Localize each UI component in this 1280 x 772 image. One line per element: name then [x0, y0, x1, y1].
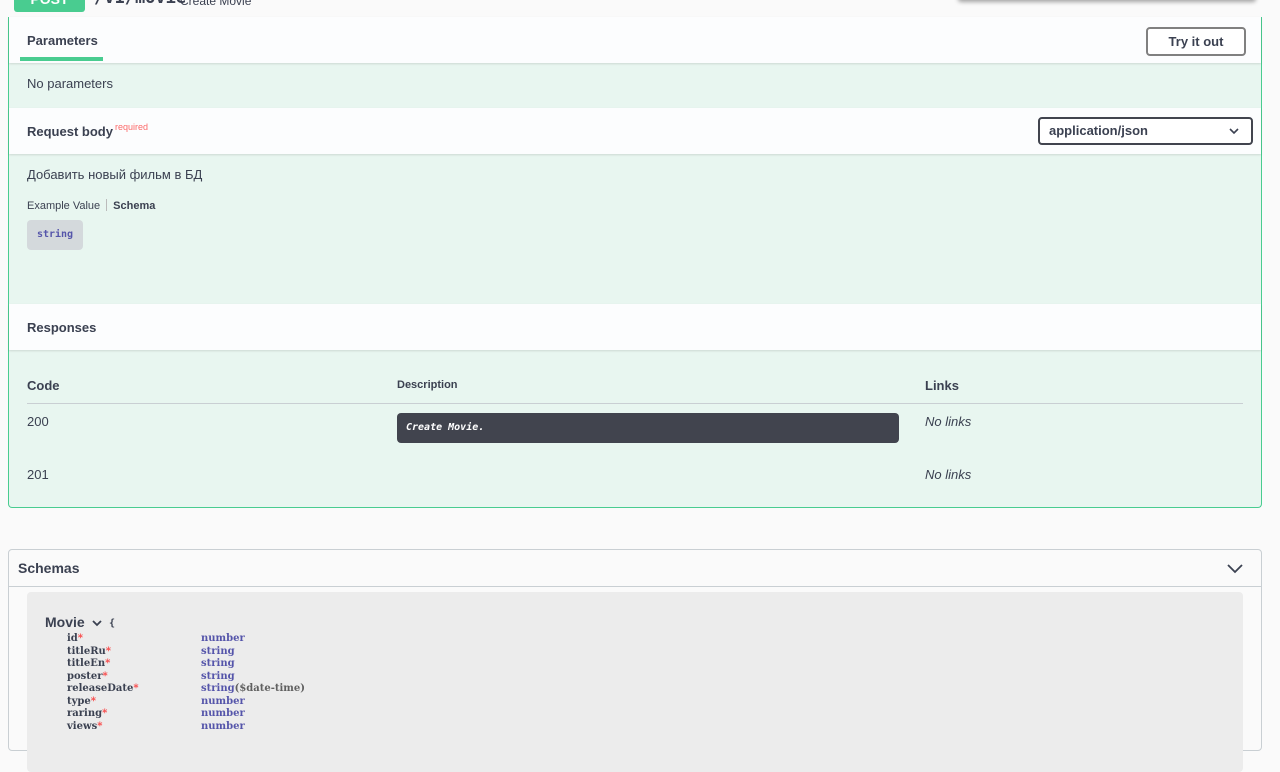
property-name: poster [67, 670, 103, 682]
column-header-links: Links [925, 378, 959, 393]
operation-body: Parameters Try it out No parameters Requ… [8, 17, 1262, 508]
content-type-value: application/json [1049, 123, 1148, 138]
response-code-201: 201 [27, 467, 49, 482]
required-badge: required [115, 122, 149, 132]
model-property: views* number [67, 720, 467, 733]
required-asterisk: * [90, 695, 97, 707]
property-type: number [201, 695, 245, 707]
content-type-select[interactable]: application/json [1038, 117, 1253, 145]
property-type: number [201, 708, 245, 719]
tab-active-underline [20, 57, 103, 61]
model-property: poster* string [67, 670, 467, 683]
model-open-brace: { [109, 618, 116, 629]
property-type: string [201, 683, 235, 694]
request-body-description: Добавить новый фильм в БД [27, 167, 203, 182]
required-asterisk: * [105, 658, 111, 669]
request-body-header: Request body required application/json [9, 108, 1261, 154]
tab-schema[interactable]: Schema [113, 200, 155, 212]
model-property: releaseDate* string($date-time) [67, 682, 467, 695]
column-header-code: Code [27, 378, 60, 393]
operation-header[interactable]: POST /v1/movie Create Movie [9, 0, 1261, 17]
parameters-header: Parameters Try it out [9, 17, 1261, 63]
property-name: type [67, 695, 91, 707]
method-badge: POST [14, 0, 85, 12]
responses-header: Responses [9, 304, 1261, 350]
table-header-divider [27, 403, 1243, 404]
tab-example-value[interactable]: Example Value [27, 200, 100, 212]
try-it-out-button[interactable]: Try it out [1146, 27, 1246, 56]
property-type: number [201, 720, 245, 732]
tab-divider [106, 199, 108, 211]
property-name: views [67, 720, 98, 732]
response-code-200: 200 [27, 414, 49, 429]
property-type: string [201, 670, 235, 682]
property-name: releaseDate [67, 683, 134, 694]
operation-summary: Create Movie [180, 0, 252, 8]
property-format: ($date-time) [234, 683, 305, 694]
property-type: string [201, 645, 235, 657]
model-property: titleRu* string [67, 645, 467, 658]
required-asterisk: * [97, 720, 103, 732]
model-name[interactable]: Movie [45, 614, 85, 630]
schemas-section: Schemas Movie { id* number titleRu* stri… [8, 549, 1262, 772]
chevron-down-icon[interactable] [1225, 558, 1245, 578]
schemas-header[interactable]: Schemas [9, 550, 1261, 587]
property-name: id [67, 633, 78, 644]
tab-parameters[interactable]: Parameters [27, 33, 98, 48]
model-property: id* number [67, 632, 467, 645]
required-asterisk: * [102, 670, 108, 682]
column-header-description: Description [397, 379, 458, 391]
request-body-title: Request body [27, 124, 113, 139]
chevron-down-icon [1229, 119, 1239, 143]
property-name: titleEn [67, 658, 106, 669]
model-property: raring* number [67, 707, 467, 720]
schema-type-box: string [27, 220, 83, 250]
response-description-200: Create Movie. [397, 413, 899, 443]
property-name: raring [67, 708, 103, 719]
required-asterisk: * [77, 633, 84, 644]
response-links-201: No links [925, 467, 972, 482]
response-links-200: No links [925, 414, 972, 429]
model-movie: Movie { id* number titleRu* string title… [27, 592, 1243, 772]
chevron-down-icon[interactable] [91, 617, 103, 629]
responses-title: Responses [27, 320, 97, 335]
schemas-title: Schemas [18, 560, 80, 576]
model-property: type* number [67, 695, 467, 708]
required-asterisk: * [102, 708, 108, 719]
operation-path: /v1/movie [94, 0, 186, 8]
no-parameters-text: No parameters [27, 76, 113, 91]
required-asterisk: * [105, 645, 112, 657]
property-type: number [201, 633, 245, 644]
property-type: string [201, 658, 235, 669]
required-asterisk: * [133, 683, 139, 694]
model-property: titleEn* string [67, 657, 467, 670]
example-schema-tabs: Example Value Schema [27, 199, 155, 212]
property-name: titleRu [67, 645, 106, 657]
